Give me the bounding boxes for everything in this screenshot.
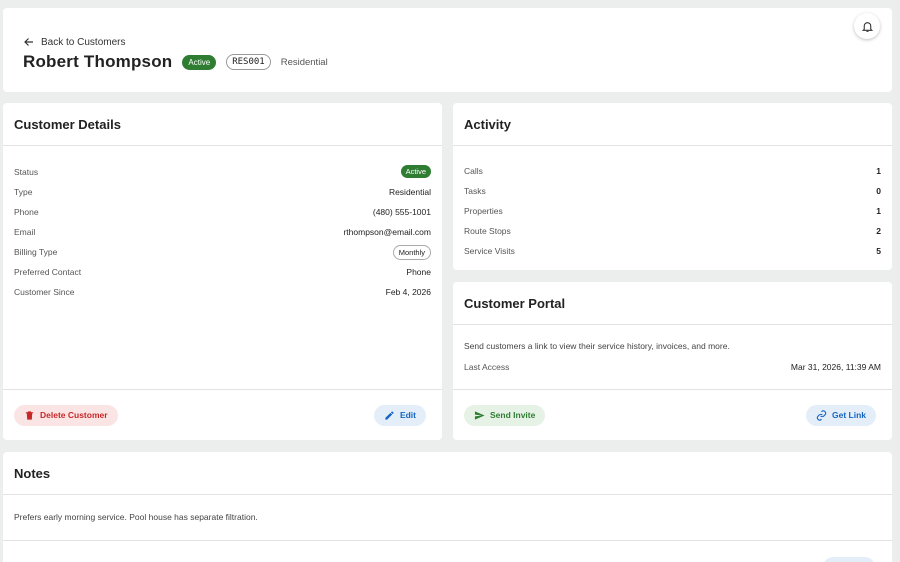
trash-icon — [25, 410, 34, 420]
delete-customer-button[interactable]: Delete Customer — [14, 404, 118, 426]
detail-value: Phone — [406, 267, 431, 277]
pencil-icon — [385, 410, 394, 420]
detail-row-preferred-contact: Preferred Contact Phone — [3, 262, 442, 282]
customer-details-actions: Delete Customer Edit — [3, 389, 442, 440]
detail-label: Phone — [14, 207, 39, 217]
delete-customer-label: Delete Customer — [40, 410, 108, 420]
activity-count: 2 — [876, 226, 881, 236]
get-link-label: Get Link — [831, 410, 866, 420]
activity-card: Activity Calls 1 Tasks 0 Properties 1 Ro… — [453, 103, 892, 270]
edit-button[interactable]: Edit — [373, 404, 426, 426]
activity-count: 1 — [876, 206, 881, 216]
bell-icon — [861, 21, 873, 32]
detail-row-status: Status Active — [3, 161, 442, 182]
activity-count: 1 — [876, 166, 881, 176]
portal-last-access-row: Last Access Mar 31, 2026, 11:39 AM — [453, 357, 892, 377]
activity-row-tasks: Tasks 0 — [453, 181, 892, 201]
portal-description: Send customers a link to view their serv… — [464, 341, 730, 351]
customer-code-badge: RES001 — [226, 54, 271, 70]
activity-label: Service Visits — [464, 246, 515, 256]
send-invite-button[interactable]: Send Invite — [464, 404, 546, 426]
back-to-customers-link[interactable]: Back to Customers — [23, 36, 125, 48]
get-link-button[interactable]: Get Link — [805, 404, 876, 426]
activity-label: Route Stops — [464, 226, 511, 236]
notes-card: Notes Prefers early morning service. Poo… — [3, 452, 892, 562]
last-access-label: Last Access — [464, 362, 510, 372]
detail-value: Residential — [388, 187, 431, 197]
detail-label: Email — [14, 227, 36, 237]
notifications-button[interactable] — [854, 13, 880, 39]
billing-type-badge: Monthly — [392, 244, 431, 260]
activity-row-properties: Properties 1 — [453, 201, 892, 221]
activity-label: Tasks — [464, 186, 486, 196]
detail-row-phone: Phone (480) 555-1001 — [3, 202, 442, 222]
activity-label: Properties — [464, 206, 503, 216]
activity-row-calls: Calls 1 — [453, 161, 892, 181]
activity-count: 5 — [876, 246, 881, 256]
link-icon — [816, 409, 827, 421]
detail-value: rthompson@email.com — [343, 227, 431, 237]
customer-portal-actions: Send Invite Get Link — [453, 389, 892, 440]
detail-row-type: Type Residential — [3, 182, 442, 202]
last-access-value: Mar 31, 2026, 11:39 AM — [790, 362, 881, 372]
detail-value: (480) 555-1001 — [372, 207, 431, 217]
detail-value: Feb 4, 2026 — [385, 287, 431, 297]
customer-type-label: Residential — [280, 56, 328, 68]
status-badge: Active — [182, 54, 217, 70]
detail-row-customer-since: Customer Since Feb 4, 2026 — [3, 282, 442, 302]
back-label: Back to Customers — [41, 36, 126, 48]
detail-label: Billing Type — [14, 247, 58, 257]
arrow-left-icon — [24, 38, 33, 46]
notes-edit-button[interactable] — [823, 557, 875, 562]
customer-portal-title: Customer Portal — [453, 282, 892, 325]
detail-label: Customer Since — [14, 287, 75, 297]
activity-row-route-stops: Route Stops 2 — [453, 221, 892, 241]
activity-label: Calls — [464, 166, 483, 176]
notes-text: Prefers early morning service. Pool hous… — [3, 495, 892, 541]
status-badge: Active — [400, 165, 431, 178]
detail-row-billing-type: Billing Type Monthly — [3, 242, 442, 262]
customer-details-title: Customer Details — [3, 103, 442, 146]
edit-label: Edit — [399, 410, 416, 420]
customer-header: Back to Customers Robert Thompson Active… — [3, 8, 892, 92]
send-invite-label: Send Invite — [490, 410, 536, 420]
activity-count: 0 — [876, 186, 881, 196]
page-title: Robert Thompson — [23, 52, 173, 71]
detail-label: Status — [14, 166, 39, 177]
detail-label: Preferred Contact — [14, 267, 82, 277]
customer-details-card: Customer Details Status Active Type Resi… — [3, 103, 442, 440]
notes-title: Notes — [3, 452, 892, 495]
detail-label: Type — [14, 187, 33, 197]
activity-row-service-visits: Service Visits 5 — [453, 241, 892, 261]
customer-portal-card: Customer Portal Send customers a link to… — [453, 282, 892, 440]
send-icon — [474, 410, 485, 420]
detail-row-email: Email rthompson@email.com — [3, 222, 442, 242]
activity-title: Activity — [453, 103, 892, 146]
